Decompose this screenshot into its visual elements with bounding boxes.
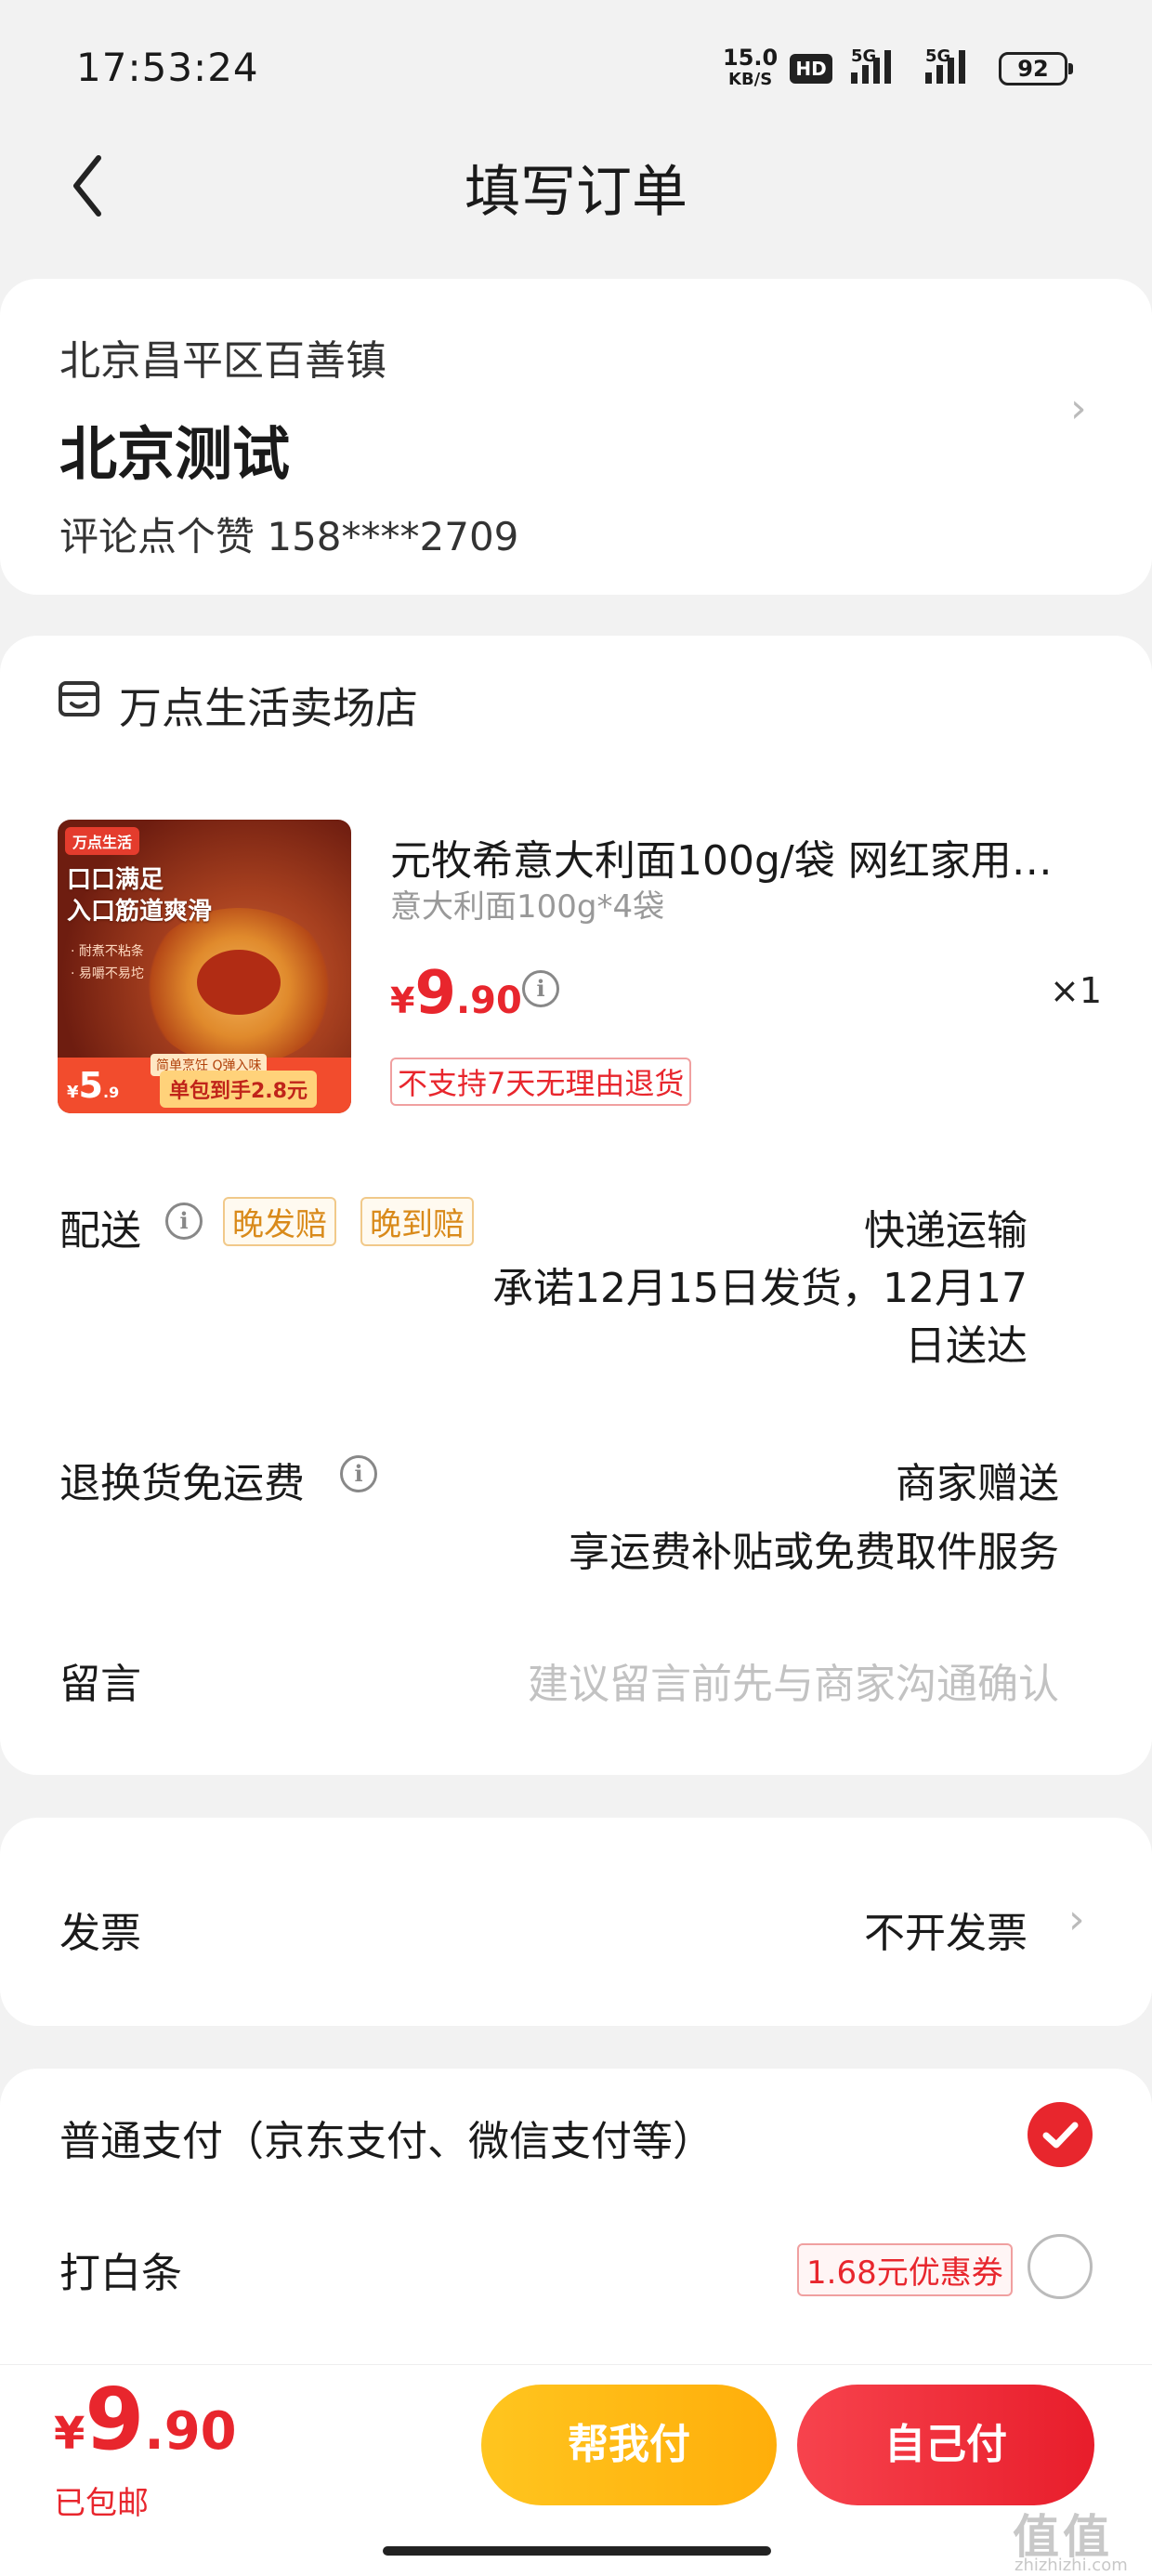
image-bullet-1: · 耐煮不粘条 (71, 944, 144, 959)
payment-normal-label[interactable]: 普通支付（京东支付、微信支付等） (59, 2108, 713, 2167)
return-shipping-info-icon[interactable]: i (340, 1455, 377, 1492)
image-slogan-1: 口口满足 (67, 866, 164, 894)
late-ship-compensation-badge[interactable]: 晚发赔 (223, 1197, 336, 1246)
address-recipient-name: 北京测试 (59, 420, 291, 488)
price-int: 9 (414, 959, 456, 1028)
return-shipping-label: 退换货免运费 (59, 1460, 305, 1507)
payment-baitiao-radio[interactable] (1028, 2234, 1093, 2299)
address-region: 北京昌平区百善镇 (59, 337, 386, 385)
price-info-icon[interactable]: i (522, 970, 559, 1007)
product-quantity: ×1 (1050, 970, 1103, 1011)
total-dec: .90 (144, 2401, 237, 2462)
image-price-currency: ¥ (67, 1083, 79, 1102)
network-speed: 15.0 KB/S (723, 46, 778, 91)
return-shipping-desc: 享运费补贴或免费取件服务 (569, 1529, 1059, 1576)
delivery-promise-line2: 日送达 (905, 1322, 1028, 1370)
image-promo: 单包到手2.8元 (160, 1071, 317, 1108)
sauce-graphic (197, 950, 281, 1015)
hd-icon: HD (790, 54, 832, 84)
delivery-promise-line1: 承诺12月15日发货，12月17 (492, 1265, 1028, 1312)
signal-icon-sim2: 5G (925, 46, 975, 84)
battery-icon: 92 (999, 52, 1073, 85)
image-slogan-2: 入口筋道爽滑 (67, 898, 213, 926)
delivery-label: 配送 (59, 1207, 141, 1255)
product-spec: 意大利面100g*4袋 (390, 888, 665, 926)
payment-baitiao-label[interactable]: 打白条 (59, 2240, 182, 2299)
chevron-right-icon: › (1068, 1896, 1085, 1943)
help-pay-button[interactable]: 帮我付 (481, 2385, 777, 2505)
total-price: ¥9.90 (54, 2370, 237, 2469)
total-int: 9 (85, 2370, 145, 2469)
shipping-note: 已包邮 (54, 2485, 149, 2522)
invoice-label: 发票 (59, 1910, 141, 1957)
price-dec: .90 (455, 979, 522, 1022)
baitiao-coupon-badge[interactable]: 1.68元优惠券 (797, 2243, 1013, 2296)
image-brand-label: 万点生活 (65, 827, 140, 855)
return-shipping-value: 商家赠送 (896, 1460, 1059, 1507)
home-indicator[interactable] (383, 2546, 771, 2556)
watermark-url: zhizhizhi.com (1015, 2556, 1128, 2575)
price-currency: ¥ (390, 980, 415, 1021)
invoice-value: 不开发票 (864, 1910, 1028, 1957)
total-currency: ¥ (54, 2408, 85, 2460)
self-pay-button[interactable]: 自己付 (797, 2385, 1094, 2505)
no-return-badge: 不支持7天无理由退货 (390, 1058, 692, 1106)
net-speed-unit: KB/S (728, 70, 773, 89)
image-slogan: 口口满足 入口筋道爽滑 (67, 864, 212, 927)
image-price-int: 5 (78, 1065, 103, 1106)
store-icon (58, 678, 100, 721)
image-price: ¥5.9 (67, 1065, 119, 1106)
image-price-dec: .9 (102, 1084, 120, 1101)
store-name[interactable]: 万点生活卖场店 (119, 675, 418, 736)
product-image[interactable]: 万点生活 口口满足 入口筋道爽滑 · 耐煮不粘条 · 易嚼不易坨 ¥5.9 简单… (58, 820, 351, 1113)
late-arrival-compensation-badge[interactable]: 晚到赔 (360, 1197, 474, 1246)
address-contact: 评论点个赞 158****2709 (59, 514, 519, 559)
image-bullets: · 耐煮不粘条 · 易嚼不易坨 (71, 940, 144, 985)
product-title[interactable]: 元牧希意大利面100g/袋 网红家用… (390, 827, 1059, 887)
chevron-right-icon: › (1070, 385, 1087, 432)
check-icon (1042, 2122, 1079, 2149)
net-speed-value: 15.0 (723, 45, 779, 71)
status-time: 17:53:24 (76, 45, 259, 90)
product-price: ¥9.90 (390, 959, 522, 1028)
delivery-method[interactable]: 快递运输 (864, 1197, 1028, 1256)
delivery-info-icon[interactable]: i (165, 1203, 203, 1240)
signal-icon-sim1: 5G (851, 46, 901, 84)
page-title: 填写订单 (465, 160, 687, 225)
payment-normal-radio[interactable] (1028, 2102, 1093, 2167)
image-bullet-2: · 易嚼不易坨 (71, 966, 144, 981)
message-label: 留言 (59, 1661, 141, 1708)
message-input[interactable]: 建议留言前先与商家沟通确认 (528, 1650, 1059, 1710)
